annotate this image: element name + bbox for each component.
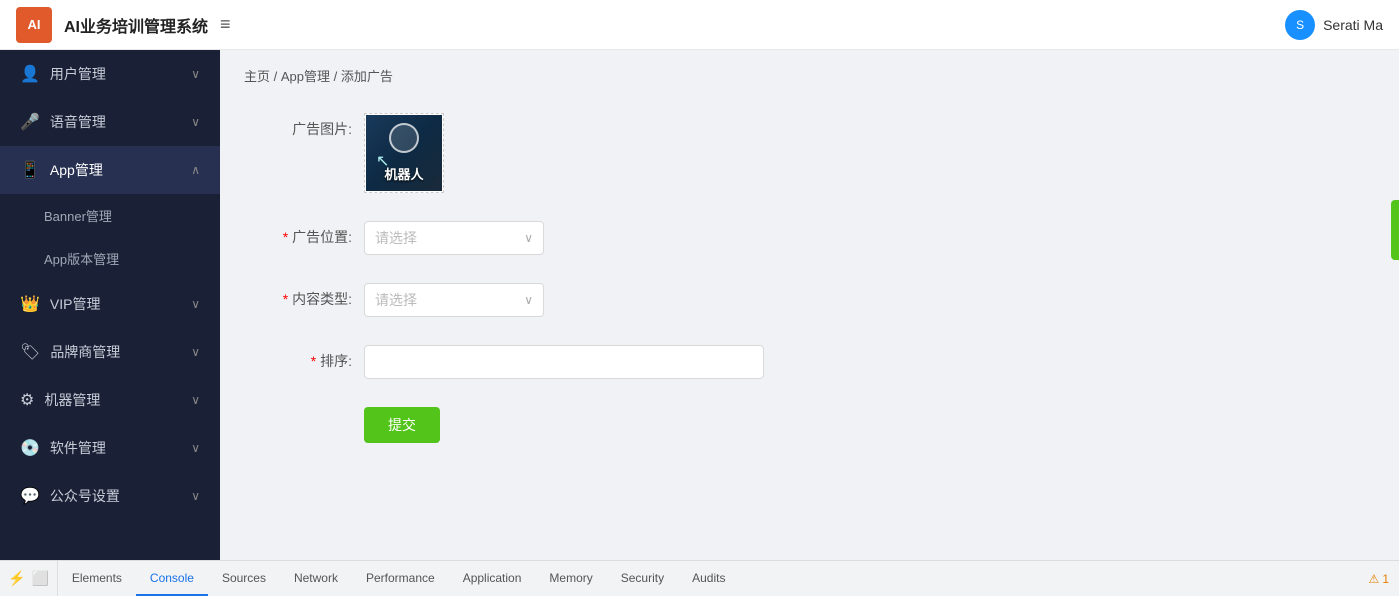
sidebar-item-banner[interactable]: Banner管理: [0, 194, 220, 237]
sidebar-label-app-mgmt: App管理: [50, 160, 103, 180]
sidebar-item-machine-mgmt[interactable]: ⚙ 机器管理 ∨: [0, 376, 220, 424]
disc-icon: 💿: [20, 438, 40, 458]
submit-row: 提交: [244, 407, 1375, 443]
tab-audits[interactable]: Audits: [678, 561, 739, 596]
topbar-left: AI AI业务培训管理系统 ≡: [16, 7, 231, 43]
breadcrumb-current: 添加广告: [341, 69, 393, 84]
form-row-sort: * 排序:: [244, 345, 1375, 379]
topbar-right: S Serati Ma: [1285, 10, 1383, 40]
warning-count: 1: [1382, 572, 1389, 586]
devtools-bar: ⚡ ⬜ Elements Console Sources Network Per…: [0, 560, 1399, 596]
devtools-icon1[interactable]: ⚡: [8, 570, 25, 587]
chevron-down-icon: ∨: [191, 441, 200, 455]
sidebar-label-user-mgmt: 用户管理: [50, 64, 106, 84]
devtools-icons: ⚡ ⬜: [0, 561, 58, 596]
content-area: 主页 / App管理 / 添加广告 广告图片: 机器人 ↖: [220, 50, 1399, 560]
tab-console[interactable]: Console: [136, 561, 208, 596]
sidebar: 👤 用户管理 ∨ 🎤 语音管理 ∨ 📱 App管理 ∧ Banner管理 App…: [0, 50, 220, 560]
logo-box: AI: [16, 7, 52, 43]
chevron-down-icon: ∨: [191, 345, 200, 359]
required-star-type: *: [283, 291, 288, 307]
breadcrumb: 主页 / App管理 / 添加广告: [220, 50, 1399, 93]
content-type-placeholder: 请选择: [375, 290, 417, 310]
tab-network[interactable]: Network: [280, 561, 352, 596]
sidebar-label-brand-mgmt: 品牌商管理: [50, 342, 120, 362]
sidebar-item-software-mgmt[interactable]: 💿 软件管理 ∨: [0, 424, 220, 472]
app-icon: 📱: [20, 160, 40, 180]
image-upload-box[interactable]: 机器人 ↖: [364, 113, 444, 193]
sidebar-label-vip-mgmt: VIP管理: [50, 294, 101, 314]
menu-toggle-icon[interactable]: ≡: [220, 14, 231, 35]
ad-position-label: * 广告位置:: [244, 221, 364, 247]
sidebar-label-wechat-mgmt: 公众号设置: [50, 486, 120, 506]
user-name: Serati Ma: [1323, 17, 1383, 33]
image-preview: 机器人 ↖: [366, 115, 442, 191]
chevron-down-icon: ∨: [191, 393, 200, 407]
sort-input[interactable]: [364, 345, 764, 379]
user-icon: 👤: [20, 64, 40, 84]
sidebar-label-machine-mgmt: 机器管理: [44, 390, 100, 410]
ad-position-select[interactable]: 请选择 ∨: [364, 221, 544, 255]
dropdown-arrow-icon: ∨: [524, 293, 533, 307]
dropdown-arrow-icon: ∨: [524, 231, 533, 245]
sidebar-label-voice-mgmt: 语音管理: [50, 112, 106, 132]
tag-icon: 🏷: [20, 342, 40, 362]
right-accent-bar: [1391, 200, 1399, 260]
warning-triangle-icon: ⚠: [1369, 572, 1380, 586]
tab-elements[interactable]: Elements: [58, 561, 136, 596]
sidebar-item-brand-mgmt[interactable]: 🏷 品牌商管理 ∨: [0, 328, 220, 376]
sidebar-item-vip-mgmt[interactable]: 👑 VIP管理 ∨: [0, 280, 220, 328]
logo-text: AI: [28, 17, 41, 32]
breadcrumb-home: 主页: [244, 69, 270, 84]
devtools-tabs: Elements Console Sources Network Perform…: [58, 561, 740, 596]
sidebar-item-app-mgmt[interactable]: 📱 App管理 ∧: [0, 146, 220, 194]
avatar: S: [1285, 10, 1315, 40]
form-row-image: 广告图片: 机器人 ↖: [244, 113, 1375, 193]
chevron-down-icon: ∨: [191, 67, 200, 81]
sidebar-label-banner: Banner管理: [44, 206, 112, 225]
content-type-select[interactable]: 请选择 ∨: [364, 283, 544, 317]
required-star-position: *: [283, 229, 288, 245]
sidebar-item-user-mgmt[interactable]: 👤 用户管理 ∨: [0, 50, 220, 98]
breadcrumb-sep1: /: [274, 69, 281, 84]
tab-memory[interactable]: Memory: [535, 561, 606, 596]
sort-label: * 排序:: [244, 345, 364, 371]
tab-sources[interactable]: Sources: [208, 561, 280, 596]
mic-icon: 🎤: [20, 112, 40, 132]
sidebar-label-app-version: App版本管理: [44, 249, 119, 268]
tab-performance[interactable]: Performance: [352, 561, 449, 596]
tab-application[interactable]: Application: [449, 561, 536, 596]
devtools-icon2[interactable]: ⬜: [31, 570, 48, 587]
main-layout: 👤 用户管理 ∨ 🎤 语音管理 ∨ 📱 App管理 ∧ Banner管理 App…: [0, 50, 1399, 560]
chevron-down-icon: ∨: [191, 115, 200, 129]
gear-icon: ⚙: [20, 390, 34, 410]
devtools-right: ⚠ 1: [1359, 561, 1399, 596]
sidebar-item-wechat-mgmt[interactable]: 💬 公众号设置 ∨: [0, 472, 220, 520]
required-star-sort: *: [311, 353, 316, 369]
chevron-down-icon: ∨: [191, 489, 200, 503]
ad-position-placeholder: 请选择: [375, 228, 417, 248]
tab-security[interactable]: Security: [607, 561, 678, 596]
chat-icon: 💬: [20, 486, 40, 506]
topbar: AI AI业务培训管理系统 ≡ S Serati Ma: [0, 0, 1399, 50]
chevron-up-icon: ∧: [191, 163, 200, 177]
vip-icon: 👑: [20, 294, 40, 314]
content-type-label: * 内容类型:: [244, 283, 364, 309]
form-row-content-type: * 内容类型: 请选择 ∨: [244, 283, 1375, 317]
sidebar-item-voice-mgmt[interactable]: 🎤 语音管理 ∨: [0, 98, 220, 146]
sidebar-item-app-version[interactable]: App版本管理: [0, 237, 220, 280]
sidebar-label-software-mgmt: 软件管理: [50, 438, 106, 458]
breadcrumb-sep2: /: [334, 69, 341, 84]
submit-button[interactable]: 提交: [364, 407, 440, 443]
warning-badge: ⚠ 1: [1369, 572, 1389, 586]
form-area: 广告图片: 机器人 ↖ * 广告位置:: [220, 93, 1399, 560]
image-label: 广告图片:: [244, 113, 364, 139]
chevron-down-icon: ∨: [191, 297, 200, 311]
form-row-ad-position: * 广告位置: 请选择 ∨: [244, 221, 1375, 255]
breadcrumb-parent: App管理: [281, 69, 330, 84]
app-title: AI业务培训管理系统: [64, 13, 208, 37]
